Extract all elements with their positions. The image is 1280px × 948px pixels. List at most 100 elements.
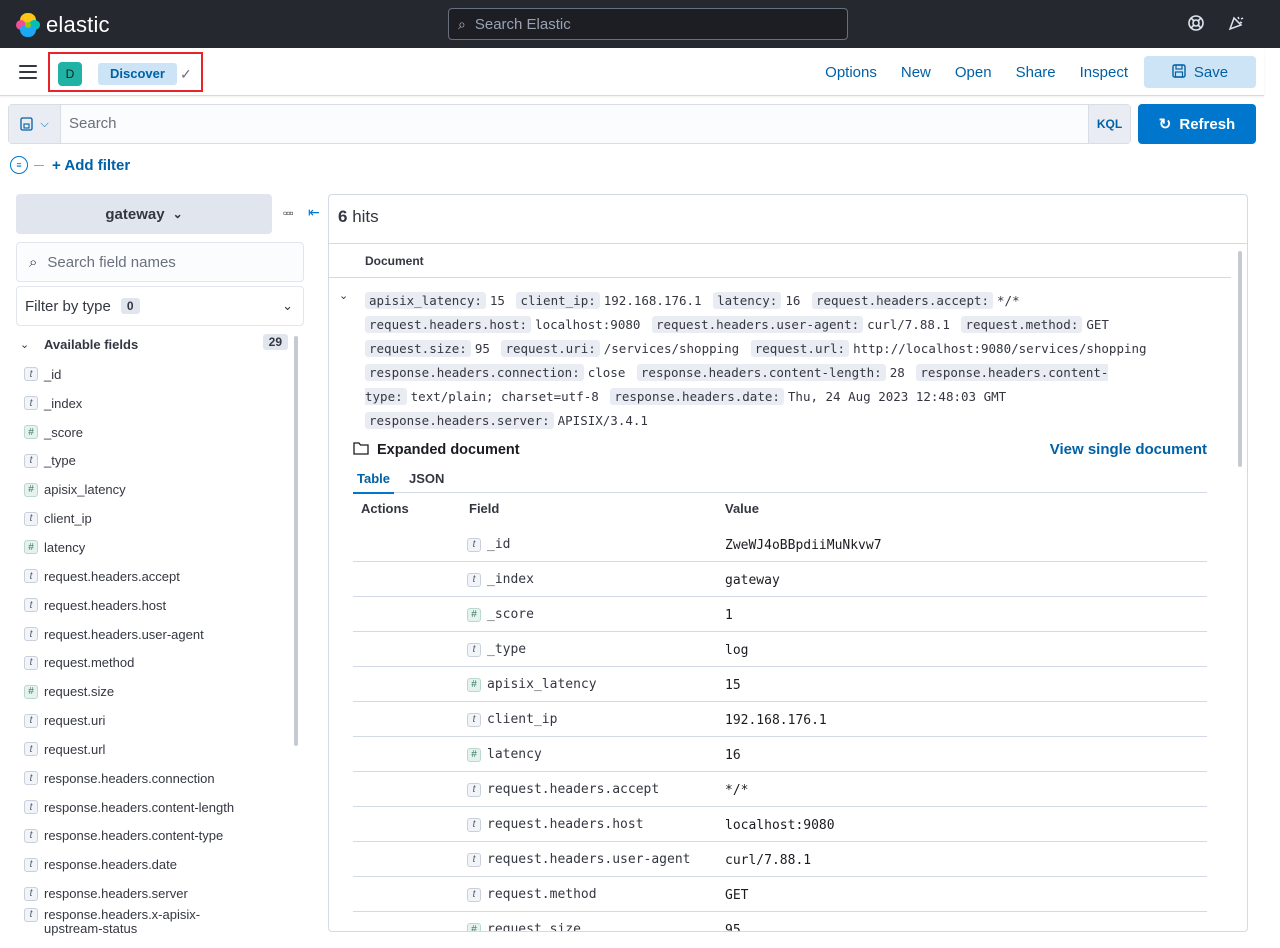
field-item[interactable]: t _type bbox=[24, 447, 292, 476]
breadcrumb-discover[interactable]: Discover bbox=[98, 63, 177, 85]
field-item[interactable]: t response.headers.content-type bbox=[24, 822, 292, 851]
field-item[interactable]: # apisix_latency bbox=[24, 475, 292, 504]
field-name: response.headers.connection bbox=[44, 770, 215, 786]
open-link[interactable]: Open bbox=[955, 64, 992, 81]
menu-toggle-icon[interactable] bbox=[19, 65, 37, 79]
string-type-icon: t bbox=[24, 569, 38, 584]
field-item[interactable]: t request.headers.host bbox=[24, 591, 292, 620]
global-search-input[interactable]: ⌕ Search Elastic bbox=[448, 8, 848, 40]
brand-name: elastic bbox=[46, 12, 110, 37]
query-language-button[interactable]: KQL bbox=[1088, 105, 1130, 143]
table-row: t request.headers.accept */* bbox=[353, 772, 1207, 807]
table-row: # _score 1 bbox=[353, 597, 1207, 632]
elastic-logo[interactable]: elastic bbox=[16, 12, 110, 38]
folder-open-icon bbox=[353, 441, 369, 458]
row-field: latency bbox=[487, 747, 542, 762]
row-value: 15 bbox=[725, 678, 741, 693]
options-link[interactable]: Options bbox=[825, 64, 877, 81]
row-value: 1 bbox=[725, 608, 733, 623]
table-row: t _type log bbox=[353, 632, 1207, 667]
more-options-icon[interactable]: ▫▫▫ bbox=[283, 206, 294, 220]
field-name: response.headers.content-length bbox=[44, 799, 235, 815]
newsfeed-icon[interactable] bbox=[1226, 14, 1246, 34]
sidebar-scrollbar[interactable] bbox=[294, 336, 298, 746]
number-type-icon: # bbox=[24, 482, 38, 497]
table-row: t _id ZweWJ4oBBpdiiMuNkvw7 bbox=[353, 527, 1207, 562]
field-name: request.method bbox=[44, 655, 135, 671]
doc-value: 192.168.176.1 bbox=[603, 293, 702, 308]
help-icon[interactable] bbox=[1186, 14, 1206, 34]
filter-options-icon[interactable]: ≡ bbox=[10, 156, 28, 174]
field-name: response.headers.content-type bbox=[44, 828, 224, 844]
hits-number: 6 bbox=[338, 207, 348, 226]
filter-by-type-dropdown[interactable]: Filter by type 0 ⌄ bbox=[16, 286, 304, 326]
row-value: 95 bbox=[725, 923, 741, 932]
doc-view-tabs: Table JSON bbox=[353, 465, 1207, 494]
doc-key: request.size: bbox=[365, 340, 471, 357]
inspect-link[interactable]: Inspect bbox=[1080, 64, 1128, 81]
chevron-down-icon: ⌄ bbox=[20, 338, 30, 351]
field-item[interactable]: t client_ip bbox=[24, 504, 292, 533]
space-avatar[interactable]: D bbox=[58, 62, 82, 86]
field-search-input[interactable]: ⌕ Search field names bbox=[16, 242, 304, 282]
field-item[interactable]: # latency bbox=[24, 533, 292, 562]
field-item[interactable]: t response.headers.content-length bbox=[24, 793, 292, 822]
doc-key: request.headers.user-agent: bbox=[651, 316, 864, 333]
search-icon: ⌕ bbox=[29, 253, 38, 271]
doc-key: request.uri: bbox=[501, 340, 600, 357]
available-fields-header[interactable]: ⌄ Available fields 29 bbox=[20, 334, 288, 354]
divider bbox=[329, 243, 1247, 244]
field-item[interactable]: t request.uri bbox=[24, 706, 292, 735]
field-name: _score bbox=[44, 424, 84, 440]
saved-query-button[interactable]: ⌵ bbox=[9, 105, 61, 143]
field-name: client_ip bbox=[44, 511, 92, 527]
field-item[interactable]: t request.method bbox=[24, 648, 292, 677]
share-link[interactable]: Share bbox=[1016, 64, 1056, 81]
app-bar: D Discover ✓ Options New Open Share Insp… bbox=[0, 48, 1264, 96]
index-pattern-selector[interactable]: gateway ⌄ bbox=[16, 194, 272, 234]
save-icon bbox=[1172, 63, 1186, 81]
view-single-document-link[interactable]: View single document bbox=[1050, 441, 1207, 458]
doc-key: response.headers.connection: bbox=[365, 364, 584, 381]
field-item[interactable]: # request.size bbox=[24, 677, 292, 706]
new-link[interactable]: New bbox=[901, 64, 931, 81]
row-field: request.headers.accept bbox=[487, 782, 660, 797]
row-value: log bbox=[725, 643, 749, 658]
collapse-row-icon[interactable]: ⌄ bbox=[339, 289, 348, 302]
field-name: _type bbox=[44, 453, 76, 469]
breadcrumb: D Discover ✓ bbox=[48, 52, 203, 92]
tab-table[interactable]: Table bbox=[353, 471, 394, 494]
field-item[interactable]: t response.headers.x-apisix-upstream-stat… bbox=[24, 908, 292, 942]
doc-value: localhost:9080 bbox=[535, 317, 641, 332]
expanded-document-title: Expanded document bbox=[353, 441, 520, 458]
number-type-icon: # bbox=[467, 677, 481, 692]
field-item[interactable]: t _id bbox=[24, 360, 292, 389]
results-scrollbar[interactable] bbox=[1238, 251, 1242, 467]
doc-key: request.headers.host: bbox=[365, 316, 532, 333]
field-item[interactable]: t response.headers.date bbox=[24, 850, 292, 879]
table-row: t request.headers.user-agent curl/7.88.1 bbox=[353, 842, 1207, 877]
refresh-button[interactable]: ↻ Refresh bbox=[1138, 104, 1256, 144]
field-item[interactable]: t request.headers.user-agent bbox=[24, 620, 292, 649]
field-item[interactable]: t response.headers.connection bbox=[24, 764, 292, 793]
field-item[interactable]: t response.headers.server bbox=[24, 879, 292, 908]
field-item[interactable]: t request.url bbox=[24, 735, 292, 764]
results-panel: 6 hits Document ⌄ apisix_latency: 15 clie… bbox=[328, 194, 1248, 932]
field-item[interactable]: # _score bbox=[24, 418, 292, 447]
string-type-icon: t bbox=[24, 655, 38, 670]
add-filter-button[interactable]: + Add filter bbox=[52, 157, 130, 174]
doc-table-body: t _id ZweWJ4oBBpdiiMuNkvw7 t _index gateway … bbox=[353, 527, 1207, 932]
field-item[interactable]: t _index bbox=[24, 389, 292, 418]
save-button[interactable]: Save bbox=[1144, 56, 1256, 88]
field-name: response.headers.x-apisix-upstream-statu… bbox=[44, 908, 200, 936]
refresh-icon: ↻ bbox=[1158, 116, 1172, 133]
row-value: */* bbox=[725, 783, 749, 798]
query-input[interactable]: Search bbox=[61, 105, 1088, 143]
value-column-header: Value bbox=[725, 501, 759, 516]
string-type-icon: t bbox=[24, 598, 38, 613]
document-summary: apisix_latency: 15 client_ip: 192.168.176.… bbox=[365, 289, 1205, 433]
tab-json[interactable]: JSON bbox=[409, 471, 444, 486]
collapse-sidebar-icon[interactable]: ⇤ bbox=[308, 204, 320, 221]
table-row: # apisix_latency 15 bbox=[353, 667, 1207, 702]
field-item[interactable]: t request.headers.accept bbox=[24, 562, 292, 591]
